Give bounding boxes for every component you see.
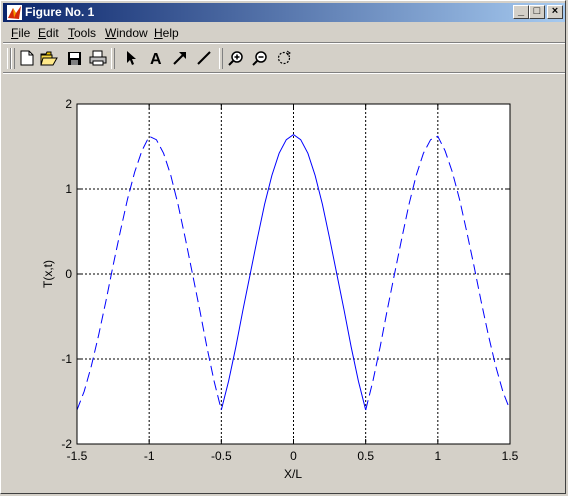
x-tick-label: -1 — [144, 449, 155, 463]
x-tick-label: 0 — [290, 449, 297, 463]
x-tick-label: -0.5 — [211, 449, 232, 463]
y-tick-label: 2 — [65, 97, 72, 111]
x-tick-label: -1.5 — [67, 449, 88, 463]
y-tick-label: -1 — [61, 352, 72, 366]
y-tick-label: 1 — [65, 182, 72, 196]
x-axis-label: X/L — [284, 467, 302, 481]
x-tick-label: 1.5 — [502, 449, 519, 463]
x-tick-label: 0.5 — [357, 449, 374, 463]
plot-canvas[interactable]: -1.5 -1 -0.5 0 0.5 1 1.5 -2 -1 0 1 2 X/L T(x,t) — [0, 0, 568, 496]
y-axis-label: T(x,t) — [41, 260, 55, 288]
y-tick-label: 0 — [65, 267, 72, 281]
x-tick-label: 1 — [434, 449, 441, 463]
y-tick-label: -2 — [61, 437, 72, 451]
